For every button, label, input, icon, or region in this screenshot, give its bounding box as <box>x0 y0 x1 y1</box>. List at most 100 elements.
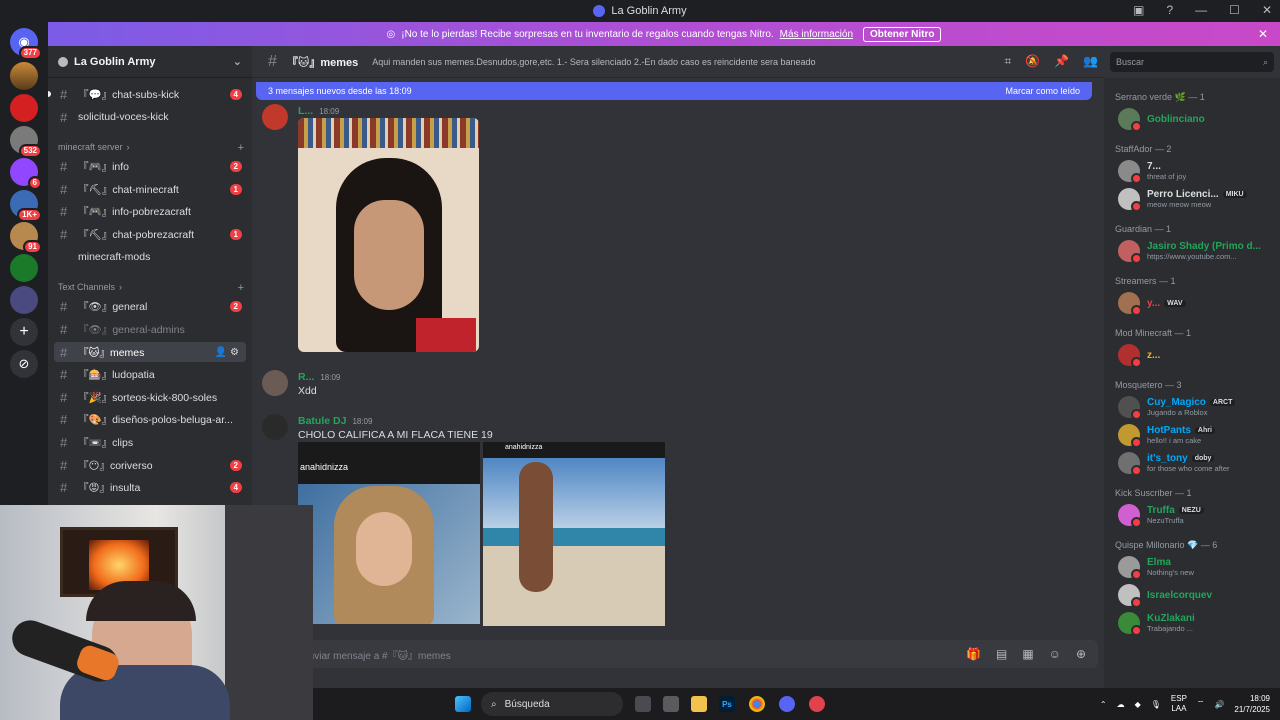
channel-item[interactable]: # 『😶』coriverso 2 <box>54 455 246 475</box>
channel-item[interactable]: # 『🎨』diseños-polos-beluga-ar... <box>54 409 246 429</box>
file-explorer-icon[interactable] <box>691 696 707 712</box>
members-icon[interactable]: 👥 <box>1083 54 1098 69</box>
attachment-image-2[interactable]: anahidnizza <box>483 442 665 626</box>
member-item[interactable]: y... WAV <box>1118 290 1278 316</box>
chrome-icon[interactable] <box>749 696 765 712</box>
inbox-icon[interactable]: ▣ <box>1133 3 1144 17</box>
server-icon-4[interactable]: 6 <box>10 158 42 190</box>
get-nitro-button[interactable]: Obtener Nitro <box>863 26 942 42</box>
close-button[interactable]: ✕ <box>1262 3 1272 17</box>
server-icon-3[interactable]: 532 <box>10 126 42 158</box>
message-author[interactable]: R... 18:09 <box>298 371 340 383</box>
minimize-button[interactable]: — <box>1195 3 1207 17</box>
member-item[interactable]: Goblinciano <box>1118 106 1278 132</box>
member-item[interactable]: HotPants Ahri hello!! i am cake <box>1118 422 1278 448</box>
channel-topic[interactable]: Aqui manden sus memes.Desnudos,gore,etc.… <box>372 57 815 67</box>
emoji-icon[interactable]: ☺ <box>1049 647 1061 661</box>
avatar[interactable] <box>262 414 288 440</box>
security-icon[interactable]: ◆ <box>1135 700 1141 709</box>
member-group-title: Mod Minecraft — 1 <box>1115 328 1192 338</box>
server-icon-8[interactable] <box>10 286 38 314</box>
channel-item[interactable]: # 『🎮』info 2 <box>54 156 246 176</box>
channel-item[interactable]: # 『🎮』info-pobrezacraft <box>54 201 246 221</box>
member-item[interactable]: it's_tony doby for those who come after <box>1118 450 1278 476</box>
channel-item-active[interactable]: # 『🐱』memes 👤⚙ <box>54 342 246 362</box>
server-icon-7[interactable] <box>10 254 38 282</box>
plus-icon[interactable]: + <box>238 282 244 294</box>
member-item[interactable]: Truffa NEZU NezuTruffa <box>1118 502 1278 528</box>
channel-item[interactable]: # 『💬』chat-subs-kick 4 <box>54 84 246 104</box>
channel-item[interactable]: # 『⛏』chat-pobrezacraft 1 <box>54 224 246 244</box>
discover-button[interactable]: ⊘ <box>10 350 38 378</box>
apps-icon[interactable]: ⊕ <box>1076 647 1086 661</box>
channel-settings-icons[interactable]: 👤⚙ <box>215 347 242 358</box>
avatar <box>1118 292 1142 316</box>
discord-taskbar-icon[interactable] <box>779 696 795 712</box>
maximize-button[interactable]: ☐ <box>1229 3 1240 17</box>
channel-name: 『🎨』diseños-polos-beluga-ar... <box>78 413 233 426</box>
channel-item[interactable]: minecraft-mods <box>54 247 246 267</box>
channel-item[interactable]: # 『👁』general-admins <box>54 319 246 339</box>
avatar[interactable] <box>262 104 288 130</box>
message-composer[interactable]: Enviar mensaje a #『🐱』memes 🎁 ▤ ▦ ☺ ⊕ <box>252 640 1098 668</box>
message-author[interactable]: L... 18:09 <box>298 105 339 117</box>
server-icon-2[interactable] <box>10 94 38 122</box>
channel-item[interactable]: # 『⛏』chat-minecraft 1 <box>54 179 246 199</box>
onedrive-icon[interactable]: ☁ <box>1117 700 1125 709</box>
channel-item[interactable]: # solicitud-voces-kick <box>54 107 246 127</box>
language-indicator[interactable]: ESP LAA <box>1171 694 1187 714</box>
server-header[interactable]: La Goblin Army ⌄ <box>48 46 252 78</box>
photoshop-icon[interactable]: Ps <box>719 696 735 712</box>
member-item[interactable]: KuZlakani Trabajando ... <box>1118 610 1278 636</box>
new-messages-bar[interactable]: 3 mensajes nuevos desde las 18:09 Marcar… <box>256 82 1092 100</box>
bell-muted-icon[interactable]: 🔕 <box>1025 54 1040 69</box>
mark-read-button[interactable]: Marcar como leído <box>1005 86 1080 96</box>
server-icon-1[interactable] <box>10 62 38 90</box>
add-server-button[interactable]: + <box>10 318 38 346</box>
help-icon[interactable]: ? <box>1166 3 1173 17</box>
channel-item[interactable]: # 『🎉』sorteos-kick-800-soles <box>54 387 246 407</box>
microphone-icon[interactable]: 🎙 <box>1151 700 1161 709</box>
member-item[interactable]: Perro Licenci... MIKU meow meow meow <box>1118 186 1278 212</box>
app-icon[interactable] <box>809 696 825 712</box>
plus-icon[interactable]: + <box>238 142 244 154</box>
pin-icon[interactable]: 📌 <box>1054 54 1069 69</box>
member-item[interactable]: Jasiro Shady (Primo d... https://www.yout… <box>1118 238 1278 264</box>
member-item[interactable]: z... <box>1118 342 1278 368</box>
channel-item[interactable]: # 『👁』general 2 <box>54 296 246 316</box>
member-item[interactable]: Elma Nothing's new <box>1118 554 1278 580</box>
channel-item[interactable]: # 『🎰』ludopatia <box>54 364 246 384</box>
clock[interactable]: 18:09 21/7/2025 <box>1234 693 1270 715</box>
category-text-channels[interactable]: Text Channels › + <box>58 282 244 294</box>
member-item[interactable]: Israelcorquev <box>1118 582 1278 608</box>
gift-icon[interactable]: 🎁 <box>966 647 981 661</box>
channel-item[interactable]: # 『😡』insulta 4 <box>54 477 246 497</box>
channel-item[interactable]: # 『📼』clips <box>54 432 246 452</box>
chevron-up-icon[interactable]: ⌃ <box>1100 700 1107 709</box>
volume-icon[interactable]: 🔊 <box>1214 700 1224 709</box>
category-minecraft[interactable]: minecraft server › + <box>58 142 244 154</box>
home-button[interactable]: ◉ 377 <box>10 28 42 60</box>
avatar[interactable] <box>262 370 288 396</box>
sticker-icon[interactable]: ▦ <box>1022 647 1033 661</box>
avatar <box>1118 108 1142 132</box>
server-icon-5[interactable]: 1K+ <box>10 190 42 222</box>
windows-start-icon[interactable] <box>455 696 471 712</box>
message-author[interactable]: Batule DJ 18:09 <box>298 415 372 427</box>
nitro-more-link[interactable]: Más información <box>780 29 853 40</box>
author-name: R... <box>298 371 315 383</box>
task-view-icon[interactable] <box>635 696 651 712</box>
clock-time: 18:09 <box>1249 694 1270 703</box>
gif-icon[interactable]: ▤ <box>996 647 1007 661</box>
close-icon[interactable]: ✕ <box>1258 27 1268 41</box>
attachment-image-1[interactable]: anahidnizza <box>298 442 480 624</box>
taskbar-search[interactable]: ⌕ Búsqueda <box>481 692 623 716</box>
search-input[interactable]: Buscar ⌕ <box>1110 52 1274 72</box>
threads-icon[interactable]: ⌗ <box>1004 54 1011 69</box>
member-item[interactable]: 7... threat of joy <box>1118 158 1278 184</box>
meme-image[interactable] <box>298 118 479 352</box>
app-icon[interactable] <box>663 696 679 712</box>
member-item[interactable]: Cuy_Magico ARCT Jugando a Roblox <box>1118 394 1278 420</box>
server-icon-6[interactable]: 91 <box>10 222 42 254</box>
wifi-icon[interactable]: ⌔ <box>1197 699 1205 709</box>
